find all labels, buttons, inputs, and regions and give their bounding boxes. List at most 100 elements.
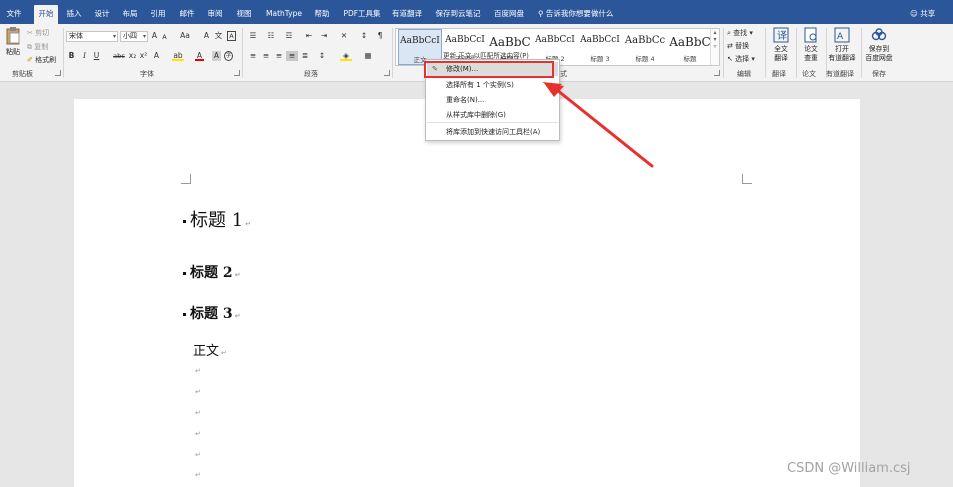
- menu-tab-2[interactable]: 插入: [62, 5, 86, 22]
- empty-paragraph[interactable]: ↵: [195, 388, 201, 396]
- svg-text:译: 译: [777, 30, 787, 42]
- decrease-indent-icon[interactable]: ⇤: [303, 31, 315, 41]
- heading-2[interactable]: 标题 2 ↵: [183, 262, 241, 282]
- subscript-icon[interactable]: x₂: [128, 51, 137, 61]
- menu-tab-4[interactable]: 布局: [118, 5, 142, 22]
- document-page[interactable]: [74, 99, 860, 487]
- menu-tab-14[interactable]: 百度网盘: [489, 5, 529, 22]
- italic-icon[interactable]: I: [80, 51, 89, 61]
- menu-tab-5[interactable]: 引用: [146, 5, 170, 22]
- heading-3[interactable]: 标题 3 ↵: [183, 303, 241, 323]
- menu-tab-6[interactable]: 邮件: [174, 5, 200, 22]
- bullets-icon[interactable]: ☰: [247, 31, 259, 41]
- paste-button[interactable]: 粘贴: [2, 27, 24, 65]
- style-item-5[interactable]: AaBbCc 标题 4: [623, 29, 667, 65]
- style-sample: AaBbCc: [624, 35, 666, 46]
- gallery-scroll[interactable]: ▴ ▾ ▿: [710, 29, 719, 65]
- align-center-icon[interactable]: ≡: [260, 51, 272, 61]
- empty-paragraph[interactable]: ↵: [195, 409, 201, 417]
- numbering-icon[interactable]: ☷: [265, 31, 277, 41]
- ctx-select-all[interactable]: 选择所有 1 个实例(S): [427, 78, 558, 92]
- font-color-icon[interactable]: A: [195, 51, 204, 61]
- align-right-icon[interactable]: ≡: [273, 51, 285, 61]
- char-shading-icon[interactable]: A: [212, 51, 221, 61]
- save-baidu-button[interactable]: 保存到 百度网盘: [863, 27, 895, 67]
- style-sample: AaBbCcI: [580, 35, 620, 45]
- shrink-font-icon[interactable]: A: [160, 32, 169, 42]
- paste-icon: [6, 27, 20, 45]
- multilevel-list-icon[interactable]: ☲: [283, 31, 295, 41]
- style-name: 标题 3: [590, 55, 610, 63]
- enclose-char-icon[interactable]: 字: [224, 51, 233, 61]
- style-item-6[interactable]: AaBbC 标题: [668, 29, 712, 65]
- bold-icon[interactable]: B: [67, 51, 76, 61]
- distributed-icon[interactable]: ≣: [299, 51, 311, 61]
- empty-paragraph[interactable]: ↵: [195, 471, 201, 479]
- ctx-add-to-quick-access[interactable]: 将库添加到快速访问工具栏(A): [427, 125, 558, 139]
- heading-1[interactable]: 标题 1 ↵: [183, 206, 251, 232]
- chinese-layout-icon[interactable]: ✕: [338, 31, 350, 41]
- highlight-icon[interactable]: ab: [172, 51, 184, 61]
- bullet-marker: [183, 312, 186, 316]
- menu-tab-1[interactable]: 开始: [34, 5, 58, 24]
- line-spacing-icon[interactable]: ↕: [316, 51, 328, 61]
- menu-tab-3[interactable]: 设计: [90, 5, 114, 22]
- menu-tab-7[interactable]: 审阅: [203, 5, 227, 22]
- separator: [63, 28, 64, 78]
- justify-icon[interactable]: ≡: [286, 51, 298, 61]
- group-label-paragraph: 段落: [304, 70, 318, 78]
- align-left-icon[interactable]: ≡: [247, 51, 259, 61]
- increase-indent-icon[interactable]: ⇥: [318, 31, 330, 41]
- format-painter-button[interactable]: ✐ 格式刷: [27, 55, 56, 65]
- empty-paragraph[interactable]: ↵: [195, 451, 201, 459]
- text-effects-icon[interactable]: A: [152, 51, 161, 61]
- shading-icon[interactable]: ◈: [340, 51, 352, 61]
- menu-tab-0[interactable]: 文件: [0, 5, 28, 22]
- clear-format-icon[interactable]: A: [202, 31, 211, 41]
- underline-icon[interactable]: U: [92, 51, 101, 61]
- ctx-rename[interactable]: 重命名(N)...: [427, 93, 558, 107]
- menu-tab-11[interactable]: PDF工具集: [340, 5, 384, 22]
- copy-icon: ⧉: [27, 43, 32, 51]
- copy-button[interactable]: ⧉ 复制: [27, 42, 48, 52]
- paper-check-button[interactable]: 论文 查重: [798, 27, 824, 67]
- group-label-editing: 编辑: [737, 70, 751, 78]
- empty-paragraph[interactable]: ↵: [195, 367, 201, 375]
- style-sample: AaBbCcI: [445, 35, 485, 45]
- borders-icon[interactable]: ▦: [362, 51, 374, 61]
- annotation-arrow: [542, 82, 654, 168]
- superscript-icon[interactable]: x²: [139, 51, 148, 61]
- select-button[interactable]: ↖ 选择 ▾: [727, 54, 755, 64]
- cut-button[interactable]: ✂ 剪切: [27, 28, 49, 38]
- menu-tab-13[interactable]: 保存到云笔记: [433, 5, 483, 22]
- share-button[interactable]: ☺ 共享: [910, 5, 935, 22]
- empty-paragraph[interactable]: ↵: [195, 430, 201, 438]
- menu-tab-10[interactable]: 帮助: [310, 5, 334, 22]
- font-launcher[interactable]: [234, 70, 240, 76]
- body-paragraph[interactable]: 正文 ↵: [193, 340, 227, 359]
- group-label-save: 保存: [872, 70, 886, 78]
- ctx-remove-from-gallery[interactable]: 从样式库中删除(G): [427, 108, 558, 122]
- font-size-combo[interactable]: 小四 ▾: [120, 31, 148, 42]
- paragraph-launcher[interactable]: [384, 70, 390, 76]
- menu-tab-9[interactable]: MathType: [262, 5, 306, 22]
- translate-icon: 译: [773, 27, 789, 43]
- strikethrough-icon[interactable]: abc: [112, 51, 126, 61]
- clipboard-launcher[interactable]: [55, 70, 61, 76]
- full-translate-button[interactable]: 译 全文 翻译: [768, 27, 794, 67]
- font-name-combo[interactable]: 宋体 ▾: [66, 31, 118, 42]
- char-border-icon[interactable]: A: [227, 31, 236, 41]
- styles-launcher[interactable]: [714, 70, 720, 76]
- menu-tab-8[interactable]: 视图: [232, 5, 256, 22]
- sort-icon[interactable]: ↕: [358, 31, 370, 41]
- replace-button[interactable]: ⇄ 替换: [727, 41, 749, 51]
- change-case-icon[interactable]: Aa: [178, 31, 192, 41]
- show-marks-icon[interactable]: ¶: [374, 31, 386, 41]
- open-youdao-button[interactable]: A 打开 有道翻译: [826, 27, 858, 67]
- find-button[interactable]: ⌕ 查找 ▾: [727, 28, 753, 38]
- grow-font-icon[interactable]: A: [150, 31, 159, 41]
- tell-me-search[interactable]: ⚲ 告诉我你想要做什么: [538, 5, 613, 22]
- style-item-4[interactable]: AaBbCcI 标题 3: [578, 29, 622, 65]
- phonetic-icon[interactable]: 文: [214, 31, 223, 41]
- menu-tab-12[interactable]: 有道翻译: [388, 5, 426, 22]
